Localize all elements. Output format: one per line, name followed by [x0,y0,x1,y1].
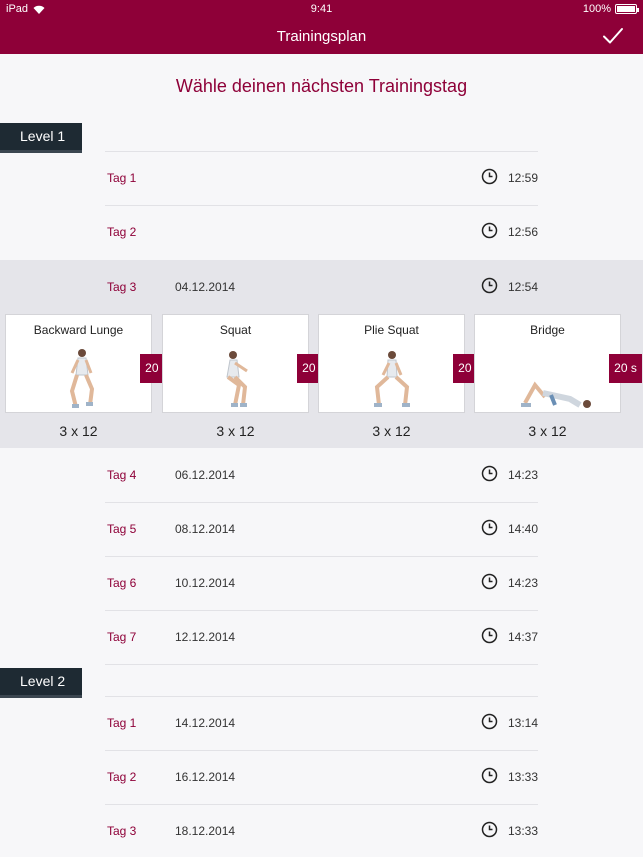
day-time: 12:59 [508,171,539,185]
day-label: Tag 2 [107,770,137,784]
day-time: 14:23 [508,576,539,590]
day-row[interactable]: Tag 6 10.12.2014 14:23 [0,556,643,610]
day-time: 13:33 [508,824,539,838]
day-date: 16.12.2014 [175,770,236,784]
exercise-card[interactable]: Backward Lunge [5,314,152,413]
day-date: 14.12.2014 [175,716,236,730]
day-row[interactable]: Tag 4 06.12.2014 14:23 [0,448,643,502]
day-time: 12:56 [508,225,539,239]
day-label: Tag 5 [107,522,137,536]
day-time: 14:37 [508,630,539,644]
day-label: Tag 1 [107,716,137,730]
day-row[interactable]: Tag 1 14.12.2014 13:14 [0,696,643,750]
exercise-figure [521,381,591,408]
navigation-bar: Trainingsplan [0,18,643,54]
row-divider [105,556,538,557]
battery-percent: 100% [582,3,611,15]
row-divider [105,205,538,206]
day-label: Tag 6 [107,576,137,590]
day-date: 18.12.2014 [175,824,236,838]
exercise-card[interactable]: Bridge [474,314,621,413]
clock-icon [481,168,498,185]
clock-icon [481,821,498,838]
day-date: 10.12.2014 [175,576,236,590]
reps-label: 3 x 12 [59,423,98,439]
exercise-card[interactable]: Plie Squat [318,314,465,413]
row-divider [105,696,538,697]
day-label: Tag 3 [107,280,137,294]
day-row[interactable]: Tag 7 12.12.2014 14:37 [0,610,643,664]
section-heading: Wähle deinen nächsten Trainingstag [175,76,468,96]
row-divider [105,502,538,503]
exercise-figure [226,351,248,407]
clock-icon [481,465,498,482]
day-time: 13:14 [508,716,539,730]
level-badge-2: Level 2 [0,668,82,698]
checkmark-icon[interactable] [601,24,625,48]
exercise-figure [374,351,410,407]
clock-icon [481,573,498,590]
day-time: 14:40 [508,522,539,536]
day-row[interactable]: Tag 1 12:59 [0,151,643,205]
day-label: Tag 4 [107,468,137,482]
page-title: Trainingsplan [276,28,367,45]
clock-icon [481,222,498,239]
clock-icon [481,519,498,536]
status-time: 9:41 [310,3,333,15]
day-date: 06.12.2014 [175,468,236,482]
exercise-name: Bridge [530,323,565,337]
level-badge-1: Level 1 [0,123,82,153]
day-row[interactable]: Tag 2 12:56 [0,205,643,259]
row-divider-end [0,664,643,665]
day-time: 14:23 [508,468,539,482]
row-divider [105,151,538,152]
reps-label: 3 x 12 [216,423,255,439]
exercise-name: Backward Lunge [33,323,124,337]
clock-icon [481,277,498,294]
status-bar: iPad 9:41 100% [0,0,643,18]
row-divider [105,804,538,805]
clock-icon [481,767,498,784]
day-row[interactable]: Tag 2 16.12.2014 13:33 [0,750,643,804]
day-label: Tag 2 [107,225,137,239]
day-row[interactable]: Tag 3 18.12.2014 13:33 [0,804,643,857]
row-divider [105,750,538,751]
exercise-name: Squat [219,323,252,337]
day-time: 12:54 [508,280,539,294]
day-date: 12.12.2014 [175,630,236,644]
day-row[interactable]: Tag 5 08.12.2014 14:40 [0,502,643,556]
clock-icon [481,713,498,730]
day-date: 08.12.2014 [175,522,236,536]
exercise-name: Plie Squat [364,323,419,337]
battery-icon [615,4,639,14]
day-label: Tag 1 [107,171,137,185]
expanded-day-panel: Tag 3 04.12.2014 12:54 Backward Lunge 20… [0,260,643,448]
day-row-selected[interactable]: Tag 3 04.12.2014 12:54 [0,260,643,314]
day-label: Tag 3 [107,824,137,838]
reps-label: 3 x 12 [528,423,567,439]
row-divider [105,610,538,611]
day-date: 04.12.2014 [175,280,236,294]
day-time: 13:33 [508,770,539,784]
reps-label: 3 x 12 [372,423,411,439]
exercise-figure [69,349,95,408]
exercise-card[interactable]: Squat [162,314,309,413]
clock-icon [481,627,498,644]
duration-badge: 20 s [609,354,642,383]
day-label: Tag 7 [107,630,137,644]
